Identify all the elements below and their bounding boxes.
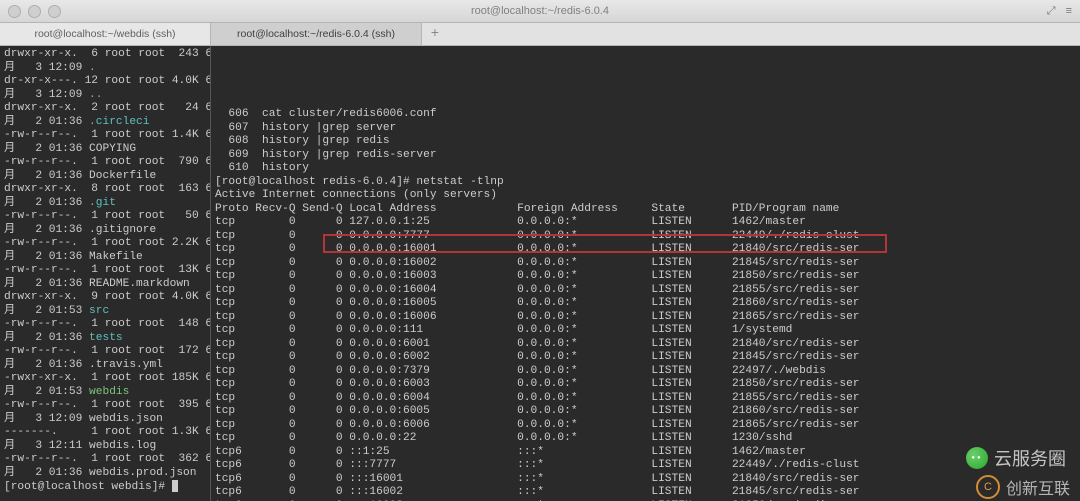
tab-label: root@localhost:~/webdis (ssh) — [34, 28, 175, 40]
terminal-pane-right[interactable]: 云服务圈 C 创新互联 606 cat cluster/redis6006.co… — [211, 46, 1080, 501]
netstat-row: tcp 0 0 0.0.0.0:16006 0.0.0.0:* LISTEN 2… — [215, 311, 1076, 325]
ls-line: drwxr-xr-x. 9 root root 4.0K 6 — [4, 291, 206, 305]
netstat-row: tcp 0 0 0.0.0.0:6001 0.0.0.0:* LISTEN 21… — [215, 338, 1076, 352]
ls-line: drwxr-xr-x. 6 root root 243 6 — [4, 48, 206, 62]
netstat-row: tcp6 0 0 :::16001 :::* LISTEN 21840/src/… — [215, 473, 1076, 487]
netstat-row: tcp6 0 0 :::7777 :::* LISTEN 22449/./red… — [215, 459, 1076, 473]
ls-line-cont: 月 2 01:36 tests — [4, 332, 206, 346]
history-line: 608 history |grep redis — [215, 135, 1076, 149]
netstat-columns: Proto Recv-Q Send-Q Local Address Foreig… — [215, 203, 1076, 217]
terminal-pane-left[interactable]: drwxr-xr-x. 6 root root 243 6月 3 12:09 .… — [0, 46, 210, 501]
ls-line: -rw-r--r--. 1 root root 2.2K 6 — [4, 237, 206, 251]
ls-line: dr-xr-x---. 12 root root 4.0K 6 — [4, 75, 206, 89]
expand-icon[interactable]: ⤢ — [1047, 5, 1056, 18]
ls-line-cont: 月 2 01:36 Makefile — [4, 251, 206, 265]
history-line: 607 history |grep server — [215, 122, 1076, 136]
history-line: 606 cat cluster/redis6006.conf — [215, 108, 1076, 122]
ls-line: -rw-r--r--. 1 root root 395 6 — [4, 399, 206, 413]
prompt-line: [root@localhost redis-6.0.4]# netstat -t… — [215, 176, 1076, 190]
history-line: 610 history — [215, 162, 1076, 176]
ls-line: -------. 1 root root 1.3K 6 — [4, 426, 206, 440]
netstat-row: tcp 0 0 0.0.0.0:16002 0.0.0.0:* LISTEN 2… — [215, 257, 1076, 271]
ls-line-cont: 月 3 12:09 webdis.json — [4, 413, 206, 427]
netstat-row: tcp 0 0 0.0.0.0:16005 0.0.0.0:* LISTEN 2… — [215, 297, 1076, 311]
ls-line: -rw-r--r--. 1 root root 50 6 — [4, 210, 206, 224]
netstat-row: tcp 0 0 0.0.0.0:6006 0.0.0.0:* LISTEN 21… — [215, 419, 1076, 433]
history-line: 609 history |grep redis-server — [215, 149, 1076, 163]
netstat-row: tcp 0 0 0.0.0.0:22 0.0.0.0:* LISTEN 1230… — [215, 432, 1076, 446]
netstat-row: tcp 0 0 0.0.0.0:6005 0.0.0.0:* LISTEN 21… — [215, 405, 1076, 419]
ls-line-cont: 月 2 01:36 .travis.yml — [4, 359, 206, 373]
ls-line-cont: 月 2 01:36 README.markdown — [4, 278, 206, 292]
prompt-left[interactable]: [root@localhost webdis]# — [4, 480, 206, 494]
netstat-row: tcp 0 0 127.0.0.1:25 0.0.0.0:* LISTEN 14… — [215, 216, 1076, 230]
window-title: root@localhost:~/redis-6.0.4 — [0, 5, 1080, 17]
ls-line-cont: 月 3 12:11 webdis.log — [4, 440, 206, 454]
netstat-header: Active Internet connections (only server… — [215, 189, 1076, 203]
ls-line: -rwxr-xr-x. 1 root root 185K 6 — [4, 372, 206, 386]
ls-line: drwxr-xr-x. 8 root root 163 6 — [4, 183, 206, 197]
tab-redis[interactable]: root@localhost:~/redis-6.0.4 (ssh) — [211, 23, 422, 45]
ls-line: -rw-r--r--. 1 root root 362 6 — [4, 453, 206, 467]
netstat-row: tcp 0 0 0.0.0.0:6004 0.0.0.0:* LISTEN 21… — [215, 392, 1076, 406]
new-tab-button[interactable]: + — [422, 23, 448, 45]
tab-label: root@localhost:~/redis-6.0.4 (ssh) — [237, 28, 395, 40]
ls-line-cont: 月 2 01:36 .circleci — [4, 116, 206, 130]
netstat-row: tcp 0 0 0.0.0.0:16004 0.0.0.0:* LISTEN 2… — [215, 284, 1076, 298]
netstat-row: tcp 0 0 0.0.0.0:7379 0.0.0.0:* LISTEN 22… — [215, 365, 1076, 379]
tab-bar: root@localhost:~/webdis (ssh) root@local… — [0, 23, 1080, 46]
ls-line-cont: 月 2 01:36 .gitignore — [4, 224, 206, 238]
ls-line-cont: 月 2 01:36 COPYING — [4, 143, 206, 157]
netstat-row: tcp6 0 0 ::1:25 :::* LISTEN 1462/master — [215, 446, 1076, 460]
ls-line-cont: 月 2 01:36 webdis.prod.json — [4, 467, 206, 481]
netstat-row: tcp 0 0 0.0.0.0:16001 0.0.0.0:* LISTEN 2… — [215, 243, 1076, 257]
menu-icon[interactable]: ≡ — [1066, 5, 1072, 18]
ls-line-cont: 月 2 01:36 .git — [4, 197, 206, 211]
ls-line: drwxr-xr-x. 2 root root 24 6 — [4, 102, 206, 116]
workspace: drwxr-xr-x. 6 root root 243 6月 3 12:09 .… — [0, 46, 1080, 501]
ls-line: -rw-r--r--. 1 root root 13K 6 — [4, 264, 206, 278]
ls-line-cont: 月 2 01:36 Dockerfile — [4, 170, 206, 184]
ls-line: -rw-r--r--. 1 root root 1.4K 6 — [4, 129, 206, 143]
ls-line: -rw-r--r--. 1 root root 790 6 — [4, 156, 206, 170]
netstat-row: tcp 0 0 0.0.0.0:16003 0.0.0.0:* LISTEN 2… — [215, 270, 1076, 284]
netstat-row: tcp 0 0 0.0.0.0:111 0.0.0.0:* LISTEN 1/s… — [215, 324, 1076, 338]
netstat-row: tcp6 0 0 :::16002 :::* LISTEN 21845/src/… — [215, 486, 1076, 500]
ls-line: -rw-r--r--. 1 root root 172 6 — [4, 345, 206, 359]
netstat-row: tcp 0 0 0.0.0.0:7777 0.0.0.0:* LISTEN 22… — [215, 230, 1076, 244]
ls-line: -rw-r--r--. 1 root root 148 6 — [4, 318, 206, 332]
window-right-icons: ⤢ ≡ — [1047, 5, 1072, 18]
tab-webdis[interactable]: root@localhost:~/webdis (ssh) — [0, 23, 211, 45]
netstat-row: tcp 0 0 0.0.0.0:6003 0.0.0.0:* LISTEN 21… — [215, 378, 1076, 392]
window-titlebar: root@localhost:~/redis-6.0.4 ⤢ ≡ — [0, 0, 1080, 23]
ls-line-cont: 月 2 01:53 webdis — [4, 386, 206, 400]
netstat-row: tcp 0 0 0.0.0.0:6002 0.0.0.0:* LISTEN 21… — [215, 351, 1076, 365]
ls-line-cont: 月 2 01:53 src — [4, 305, 206, 319]
ls-line-cont: 月 3 12:09 .. — [4, 89, 206, 103]
ls-line-cont: 月 3 12:09 . — [4, 62, 206, 76]
